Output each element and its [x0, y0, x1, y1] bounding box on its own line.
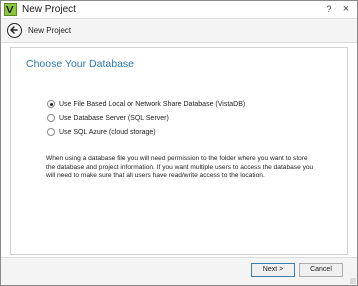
new-project-window: New Project ? × New Project Choose Your … [0, 0, 358, 286]
radio-vistadb[interactable] [47, 100, 55, 108]
close-button[interactable]: × [339, 3, 353, 16]
title-bar: New Project ? × [1, 1, 357, 19]
content-panel: Choose Your Database Use File Based Loca… [10, 47, 348, 255]
resize-grip-icon[interactable] [350, 278, 356, 284]
footer-bar: Next > Cancel [1, 257, 357, 285]
help-button[interactable]: ? [322, 3, 336, 16]
info-text: When using a database file you will need… [46, 155, 314, 180]
nav-title: New Project [28, 26, 72, 35]
option-vistadb[interactable]: Use File Based Local or Network Share Da… [47, 100, 245, 108]
vistadb-logo-icon [4, 3, 17, 16]
option-sql-azure[interactable]: Use SQL Azure (cloud storage) [47, 128, 156, 136]
window-title: New Project [22, 4, 76, 15]
cancel-button[interactable]: Cancel [299, 263, 343, 277]
option-sql-azure-label: Use SQL Azure (cloud storage) [59, 128, 156, 136]
page-heading: Choose Your Database [26, 58, 134, 70]
option-vistadb-label: Use File Based Local or Network Share Da… [59, 100, 246, 108]
option-sql-server-label: Use Database Server (SQL Server) [59, 114, 169, 122]
radio-sql-azure[interactable] [47, 128, 55, 136]
option-sql-server[interactable]: Use Database Server (SQL Server) [47, 114, 169, 122]
back-button[interactable] [7, 23, 22, 38]
navigation-bar: New Project [1, 19, 357, 43]
next-button[interactable]: Next > [251, 263, 295, 277]
radio-sql-server[interactable] [47, 114, 55, 122]
back-arrow-icon [10, 26, 18, 34]
